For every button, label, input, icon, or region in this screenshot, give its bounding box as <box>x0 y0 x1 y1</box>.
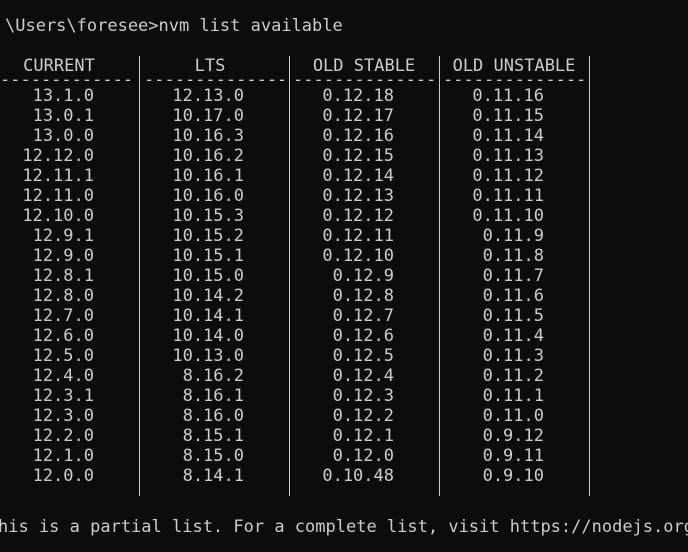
version-cell: 0.9.10 <box>482 466 544 486</box>
version-cell: 0.11.5 <box>482 306 544 326</box>
version-cell: 0.11.7 <box>482 266 544 286</box>
version-cell: 12.12.0 <box>22 146 94 166</box>
version-cell: 0.12.1 <box>332 426 394 446</box>
versions-table: CURRENT -------------- 13.1.0 13.0.1 13.0.… <box>0 56 600 496</box>
version-cell: 0.12.18 <box>322 86 394 106</box>
version-cell: 12.8.0 <box>32 286 94 306</box>
version-cell: 0.12.6 <box>332 326 394 346</box>
version-cell: 8.16.0 <box>182 406 244 426</box>
version-cell: 0.11.10 <box>472 206 544 226</box>
version-cell: 10.14.1 <box>172 306 244 326</box>
version-cell: 10.15.3 <box>172 206 244 226</box>
version-cell: 0.12.0 <box>332 446 394 466</box>
version-cell: 12.9.0 <box>32 246 94 266</box>
version-cell: 0.11.9 <box>482 226 544 246</box>
version-cell: 12.2.0 <box>32 426 94 446</box>
version-cell: 12.3.0 <box>32 406 94 426</box>
version-cell: 8.15.0 <box>182 446 244 466</box>
version-cell: 13.0.0 <box>32 126 94 146</box>
version-cell: 13.1.0 <box>32 86 94 106</box>
command-prompt: \Users\foresee>nvm list available <box>5 16 343 36</box>
version-cell: 12.9.1 <box>32 226 94 246</box>
version-cell: 8.16.1 <box>182 386 244 406</box>
version-cell: 0.12.13 <box>322 186 394 206</box>
version-cell: 12.10.0 <box>22 206 94 226</box>
column-divider <box>589 56 590 496</box>
version-cell: 0.11.4 <box>482 326 544 346</box>
column-old-stable: OLD STABLE -------------- 0.12.18 0.12.17… <box>290 56 438 496</box>
version-cell: 0.12.10 <box>322 246 394 266</box>
version-cell: 0.12.3 <box>332 386 394 406</box>
version-cell: 0.12.2 <box>332 406 394 426</box>
version-cell: 12.8.1 <box>32 266 94 286</box>
version-cell: 12.6.0 <box>32 326 94 346</box>
column-lts: LTS -------------- 12.13.0 10.17.0 10.16.3… <box>140 56 288 496</box>
version-cell: 12.4.0 <box>32 366 94 386</box>
version-cell: 10.13.0 <box>172 346 244 366</box>
version-cell: 0.12.4 <box>332 366 394 386</box>
version-cell: 0.11.2 <box>482 366 544 386</box>
version-cell: 0.11.14 <box>472 126 544 146</box>
version-cell: 8.15.1 <box>182 426 244 446</box>
version-cell: 12.1.0 <box>32 446 94 466</box>
version-cell: 8.16.2 <box>182 366 244 386</box>
column-old-unstable: OLD UNSTABLE -------------- 0.11.16 0.11.… <box>440 56 588 496</box>
version-cell: 0.12.17 <box>322 106 394 126</box>
version-cell: 10.15.1 <box>172 246 244 266</box>
version-cell: 10.15.0 <box>172 266 244 286</box>
version-cell: 0.11.3 <box>482 346 544 366</box>
version-cell: 10.14.0 <box>172 326 244 346</box>
version-cell: 0.12.14 <box>322 166 394 186</box>
version-cell: 0.12.11 <box>322 226 394 246</box>
version-cell: 12.5.0 <box>32 346 94 366</box>
version-cell: 0.11.16 <box>472 86 544 106</box>
version-cell: 0.12.15 <box>322 146 394 166</box>
version-cell: 12.13.0 <box>172 86 244 106</box>
version-cell: 12.7.0 <box>32 306 94 326</box>
version-cell: 10.16.2 <box>172 146 244 166</box>
version-cell: 0.11.6 <box>482 286 544 306</box>
version-cell: 0.9.11 <box>482 446 544 466</box>
version-cell: 12.11.0 <box>22 186 94 206</box>
column-current: CURRENT -------------- 13.1.0 13.0.1 13.0.… <box>0 56 138 496</box>
version-cell: 10.16.1 <box>172 166 244 186</box>
version-cell: 12.0.0 <box>32 466 94 486</box>
version-cell: 10.17.0 <box>172 106 244 126</box>
version-cell: 0.11.0 <box>482 406 544 426</box>
version-cell: 10.15.2 <box>172 226 244 246</box>
version-cell: 0.12.9 <box>332 266 394 286</box>
version-cell: 0.11.11 <box>472 186 544 206</box>
version-cell: 0.12.8 <box>332 286 394 306</box>
version-cell: 0.12.16 <box>322 126 394 146</box>
version-cell: 10.14.2 <box>172 286 244 306</box>
version-cell: 0.9.12 <box>482 426 544 446</box>
version-cell: 0.11.8 <box>482 246 544 266</box>
version-cell: 0.12.5 <box>332 346 394 366</box>
version-cell: 10.16.3 <box>172 126 244 146</box>
version-cell: 0.11.13 <box>472 146 544 166</box>
version-cell: 0.11.1 <box>482 386 544 406</box>
version-cell: 0.10.48 <box>322 466 394 486</box>
version-cell: 8.14.1 <box>182 466 244 486</box>
version-cell: 12.3.1 <box>32 386 94 406</box>
version-cell: 0.11.12 <box>472 166 544 186</box>
version-cell: 13.0.1 <box>32 106 94 126</box>
version-cell: 0.12.12 <box>322 206 394 226</box>
version-cell: 12.11.1 <box>22 166 94 186</box>
version-cell: 0.12.7 <box>332 306 394 326</box>
footer-message: his is a partial list. For a complete li… <box>0 517 688 537</box>
version-cell: 0.11.15 <box>472 106 544 126</box>
version-cell: 10.16.0 <box>172 186 244 206</box>
